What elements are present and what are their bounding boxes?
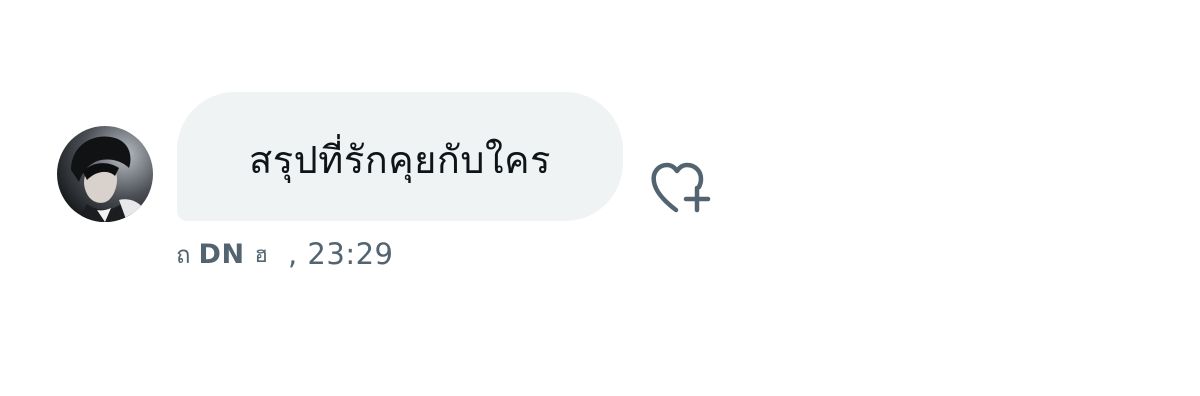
message-timestamp: , 23:29 xyxy=(287,237,394,271)
heart-plus-icon xyxy=(651,162,711,213)
message-bubble[interactable]: สรุปที่รักคุยกับใคร xyxy=(177,92,623,221)
avatar[interactable] xyxy=(57,126,153,222)
sender-name[interactable]: DN xyxy=(199,239,245,270)
avatar-image xyxy=(57,126,153,222)
meta-suffix-glyph: ฮ xyxy=(254,242,268,268)
message-text: สรุปที่รักคุยกับใคร xyxy=(249,138,551,182)
message-meta: ถ DN ฮ , 23:29 xyxy=(176,234,394,274)
add-reaction-button[interactable] xyxy=(650,160,712,216)
meta-prefix-glyph: ถ xyxy=(176,240,191,269)
